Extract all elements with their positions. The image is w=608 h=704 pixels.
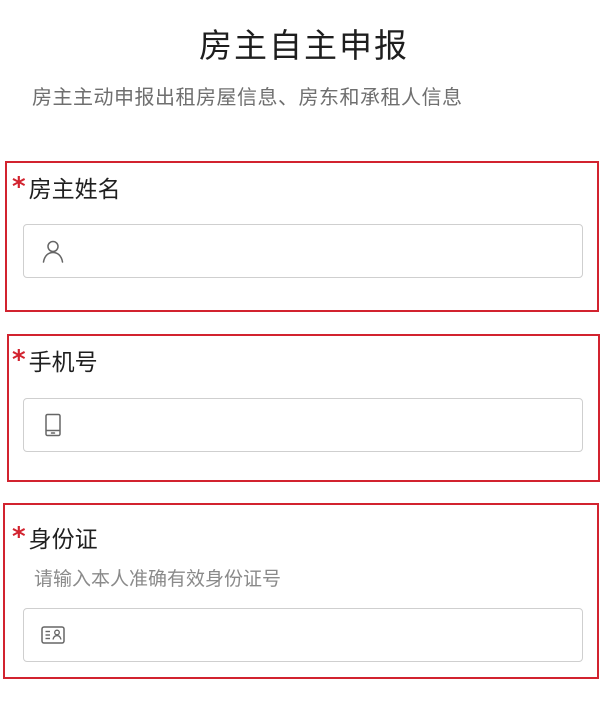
required-asterisk: * [12, 345, 26, 375]
phone-label-text: 手机号 [28, 350, 98, 376]
id-card-hint: 请输入本人准确有效身份证号 [34, 568, 282, 590]
required-asterisk: * [12, 172, 26, 202]
phone-section: * 手机号 [7, 334, 600, 482]
mobile-phone-icon [40, 412, 66, 438]
id-card-input[interactable] [80, 609, 570, 661]
page-title: 房主自主申报 [199, 26, 409, 65]
id-card-label: * 身份证 [12, 522, 98, 557]
id-card-label-text: 身份证 [28, 527, 98, 553]
id-card-input-box[interactable] [23, 608, 583, 662]
owner-name-label: * 房主姓名 [12, 172, 121, 207]
owner-name-input-box[interactable] [23, 224, 583, 278]
owner-name-input[interactable] [80, 225, 570, 277]
page-subtitle: 房主主动申报出租房屋信息、房东和承租人信息 [32, 85, 463, 109]
phone-input[interactable] [80, 399, 570, 451]
phone-input-box[interactable] [23, 398, 583, 452]
phone-label: * 手机号 [12, 345, 98, 380]
required-asterisk: * [12, 522, 26, 552]
owner-name-label-text: 房主姓名 [28, 177, 121, 203]
user-icon [40, 238, 66, 264]
id-card-icon [40, 622, 66, 648]
id-card-section: * 身份证 请输入本人准确有效身份证号 [3, 503, 599, 679]
owner-name-section: * 房主姓名 [5, 161, 599, 312]
